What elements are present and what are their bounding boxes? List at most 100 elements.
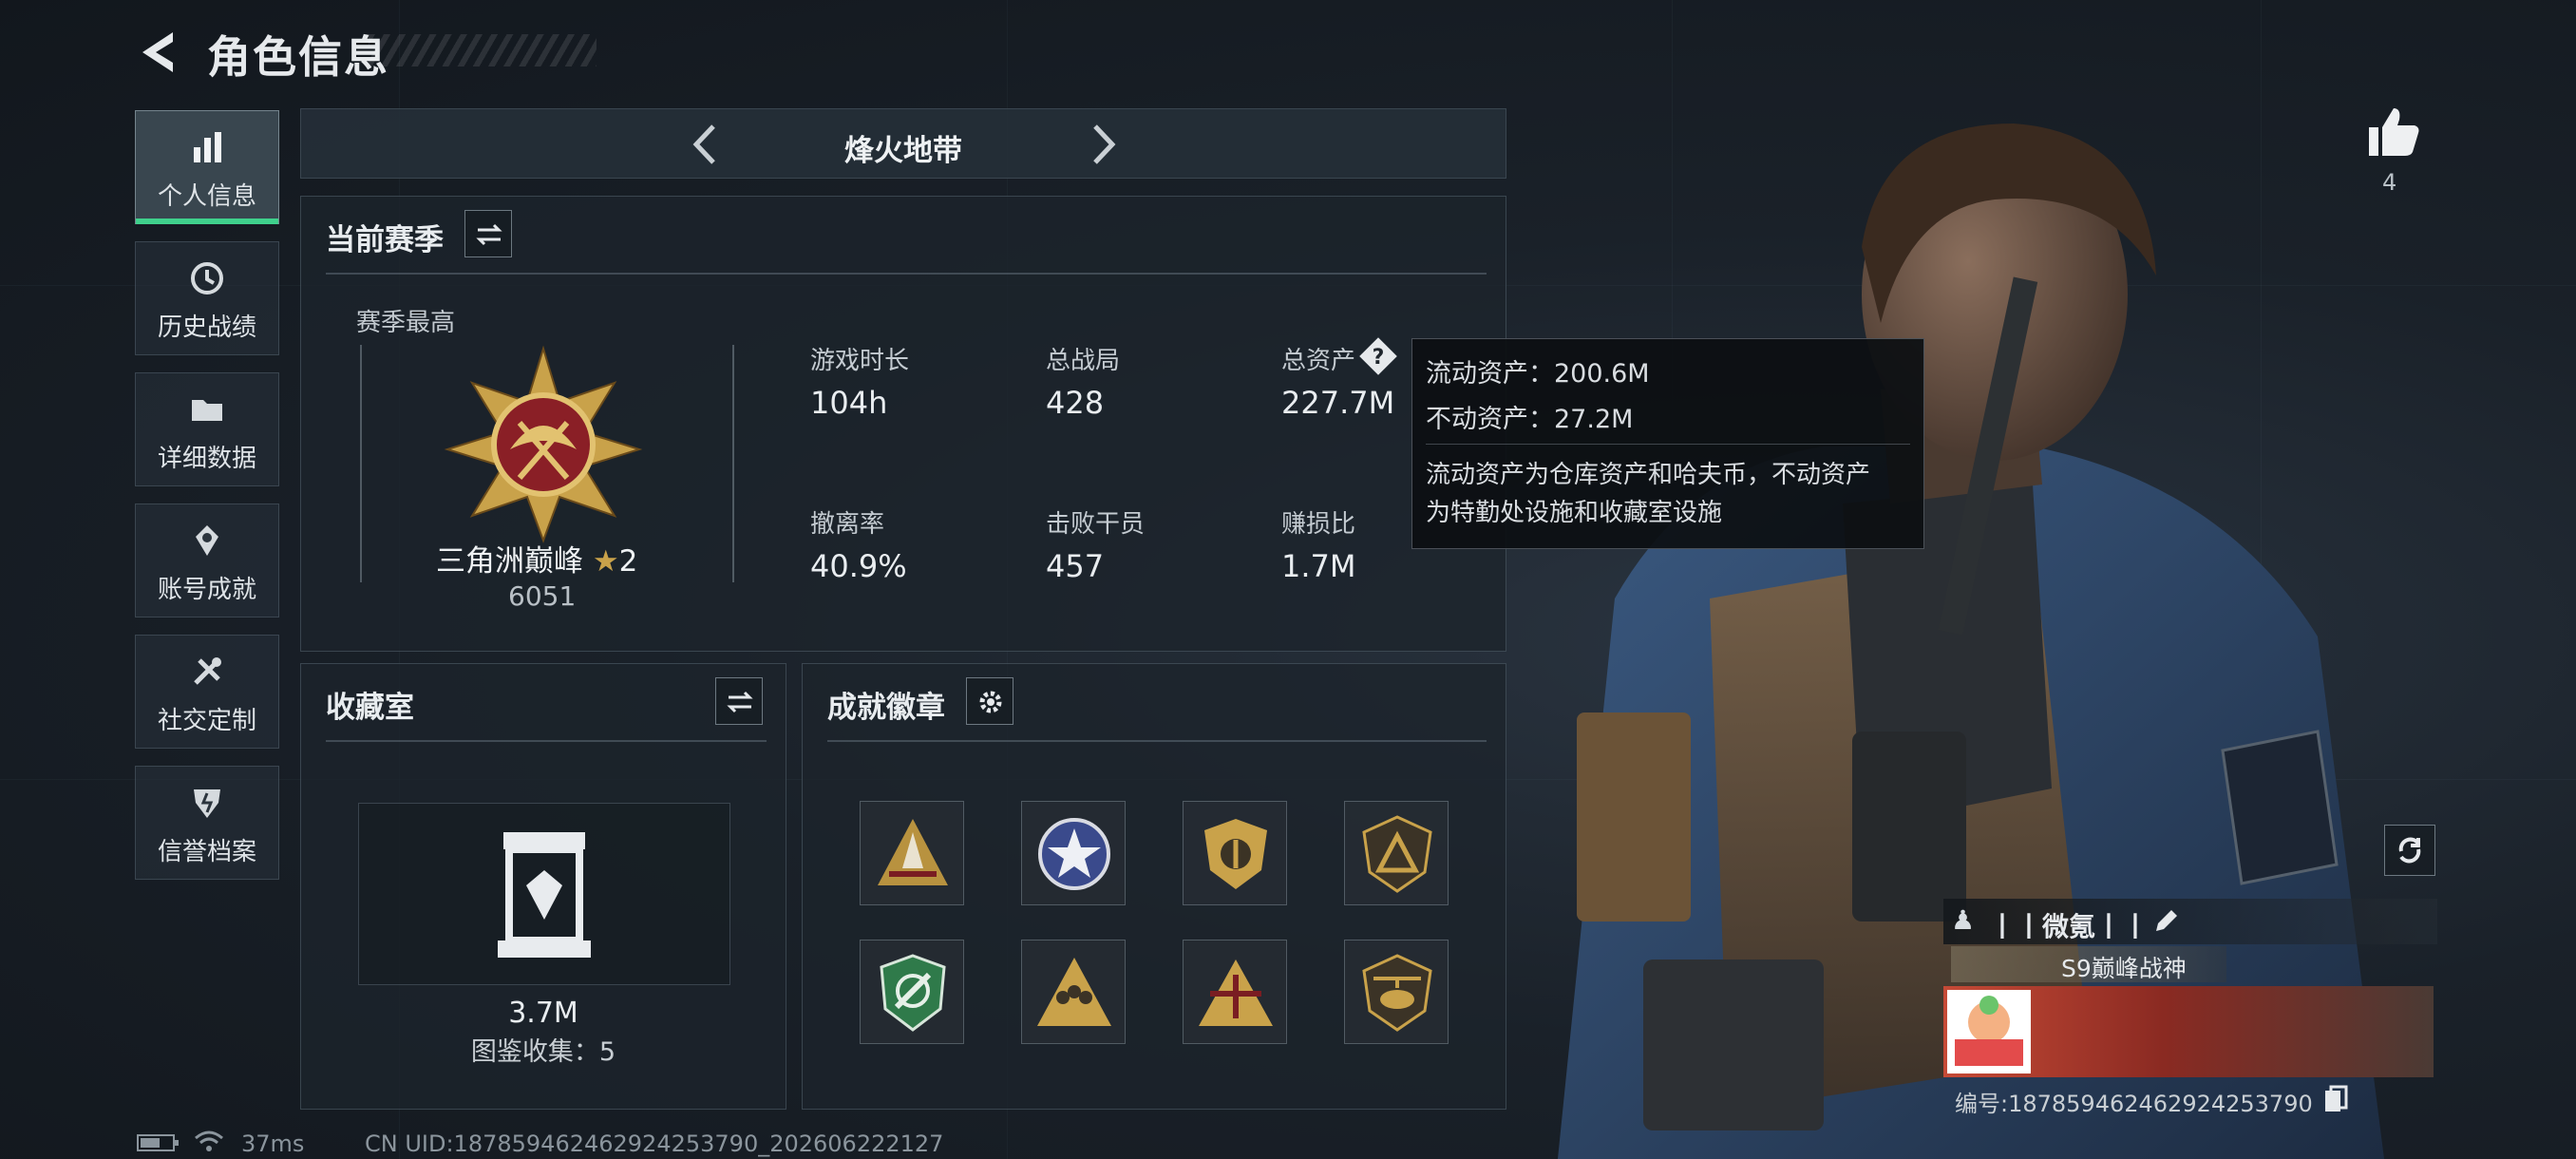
player-name-bar: ♟ 丨丨微氪丨丨 [1943, 899, 2437, 944]
folder-icon [192, 400, 222, 421]
back-arrow-icon[interactable] [133, 27, 184, 78]
nav-item-label: 个人信息 [157, 182, 256, 211]
fixed-assets: 不动资产：27.2M [1426, 405, 1634, 434]
rank-name: 三角洲巅峰 [436, 544, 583, 579]
uid-text: CN UID:18785946246292425379​0_2026062221… [365, 1130, 944, 1157]
edit-icon[interactable] [2150, 906, 2181, 937]
divider [326, 740, 767, 742]
nav-item-personal-info[interactable]: 个人信息 [135, 110, 279, 224]
achievement-badge-team[interactable] [1021, 940, 1126, 1044]
star-badge-icon [1038, 818, 1110, 890]
rotate-model-button[interactable] [2384, 825, 2435, 876]
collection-value: 3.7M [508, 997, 578, 1030]
shield-icon [194, 789, 220, 818]
achievement-badge-shield[interactable] [1183, 801, 1287, 905]
season-panel: 当前赛季 赛季最高 三角洲巅峰 ★2 6051 游戏时长 104h 总战局 42… [300, 196, 1506, 652]
badges-title: 成就徽章 [827, 691, 945, 725]
collection-title: 收藏室 [326, 691, 414, 725]
team-badge-icon [1037, 958, 1111, 1026]
divider [1426, 444, 1910, 445]
stat-value: 227.7M [1281, 385, 1395, 421]
season-switch-button[interactable] [464, 210, 512, 257]
stat-label: 击败干员 [1046, 510, 1146, 539]
achievement-badge-plane[interactable] [1183, 940, 1287, 1044]
rank-medal-icon [444, 345, 643, 543]
player-id: 编号:18785946246292425379​0 [1955, 1091, 2313, 1117]
tools-icon [194, 657, 221, 685]
swap-icon [476, 223, 502, 246]
nav-item-label: 账号成就 [157, 576, 256, 604]
svg-text:?: ? [1373, 346, 1385, 370]
divider [326, 273, 1487, 275]
stat-label: 撤离率 [810, 510, 885, 539]
badges-panel: 成就徽章 [802, 663, 1506, 1110]
player-name: 丨丨微氪丨丨 [1989, 911, 2150, 942]
rank-name-row: 三角洲巅峰 ★2 [436, 537, 637, 580]
collection-switch-button[interactable] [715, 677, 763, 725]
nav-item-label: 详细数据 [157, 445, 256, 473]
ping-value: 37ms [241, 1130, 305, 1157]
battery-icon [137, 1134, 179, 1151]
like-count: 4 [2382, 169, 2397, 196]
green-shield-badge-icon [880, 954, 946, 1032]
achievement-badge-rocket[interactable] [860, 801, 964, 905]
help-icon[interactable]: ? [1359, 337, 1397, 375]
stat-label: 总战局 [1046, 347, 1121, 375]
achievement-badge-triangle[interactable] [1344, 801, 1449, 905]
soldier-icon: ♟ [1951, 904, 1976, 936]
nav-item-label: 信誉档案 [157, 838, 256, 866]
achievement-badge-green[interactable] [860, 940, 964, 1044]
stat-value: 457 [1046, 548, 1105, 584]
wifi-icon [195, 1130, 223, 1151]
season-title: 当前赛季 [326, 223, 444, 257]
stat-value: 40.9% [810, 548, 907, 584]
season-best-label: 赛季最高 [356, 309, 456, 337]
helicopter-badge-icon [1362, 954, 1432, 1032]
stat-value: 1.7M [1281, 548, 1356, 584]
triangle-badge-icon [1362, 815, 1432, 893]
bar-chart-icon [194, 132, 221, 162]
divider [827, 740, 1487, 742]
nav-item-label: 历史战绩 [157, 314, 256, 342]
title-decoration [369, 34, 597, 66]
copy-icon[interactable] [2323, 1085, 2348, 1113]
mode-label: 烽火地带 [844, 134, 962, 168]
nav-item-history[interactable]: 历史战绩 [135, 241, 279, 355]
thumbs-up-icon[interactable] [2363, 103, 2422, 162]
achievement-badge-helicopter[interactable] [1344, 940, 1449, 1044]
rotate-icon [2398, 837, 2421, 864]
achievement-badge-star[interactable] [1021, 801, 1126, 905]
nav-item-account-achievements[interactable]: 账号成就 [135, 504, 279, 618]
nav-item-detailed-data[interactable]: 详细数据 [135, 372, 279, 486]
player-title: S9巅峰战神 [2061, 955, 2187, 982]
stat-label: 总资产 [1281, 347, 1356, 375]
achievement-icon [196, 525, 218, 556]
next-mode-arrow-icon[interactable] [1076, 119, 1127, 170]
swap-icon [727, 691, 753, 713]
rank-stars: 2 [618, 544, 638, 579]
player-title-plate: S9巅峰战神 [1951, 946, 2226, 982]
mode-selector: 烽火地带 [300, 108, 1506, 179]
stat-value: 428 [1046, 385, 1105, 421]
tooltip-description: 为特勤处设施和收藏室设施 [1426, 499, 1723, 527]
nav-item-reputation[interactable]: 信誉档案 [135, 766, 279, 880]
collection-display[interactable] [358, 803, 730, 985]
badges-settings-button[interactable] [966, 677, 1013, 725]
avatar[interactable] [1947, 990, 2031, 1074]
avatar-image [1955, 996, 2023, 1066]
nav-item-social-customize[interactable]: 社交定制 [135, 635, 279, 749]
collection-panel: 收藏室 3.7M 图鉴收集：5 [300, 663, 786, 1110]
liquid-assets: 流动资产：200.6M [1426, 359, 1650, 389]
stat-value: 104h [810, 385, 888, 421]
shield-badge-icon [1204, 819, 1267, 889]
rank-score: 6051 [508, 580, 577, 612]
stat-label: 游戏时长 [810, 347, 910, 375]
stat-label: 赚损比 [1281, 510, 1356, 539]
collection-count: 图鉴收集：5 [470, 1037, 616, 1067]
plane-badge-icon [1199, 960, 1273, 1026]
gear-icon [979, 691, 1002, 713]
player-banner [1943, 986, 2434, 1077]
rocket-badge-icon [878, 819, 948, 885]
nav-item-label: 社交定制 [157, 707, 256, 735]
star-icon: ★ [592, 544, 619, 579]
